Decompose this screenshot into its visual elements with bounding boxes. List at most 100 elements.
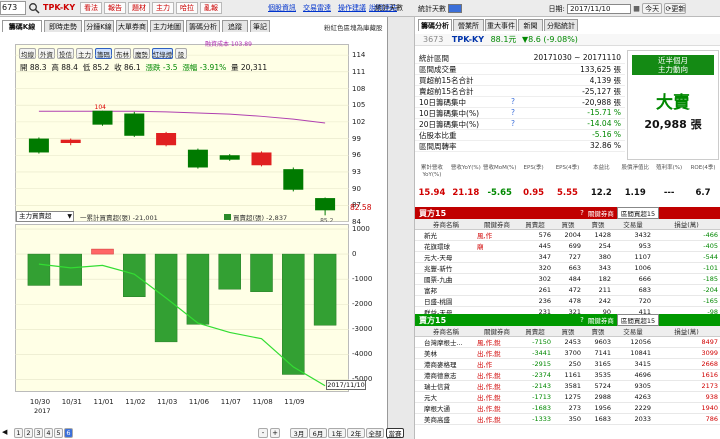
table-row[interactable]: 元大-天母 347 727 380 1107 -544 bbox=[415, 251, 720, 263]
stat-days-select[interactable] bbox=[448, 4, 463, 13]
table-row[interactable]: 美林 出,作,銳 -3441 3700 7141 10841 3099 bbox=[415, 347, 720, 359]
tab-left-0[interactable]: 籌碼K線 bbox=[2, 20, 42, 32]
lower-indicator-select[interactable]: 主力買賣超 ▼ bbox=[16, 211, 74, 222]
today-button[interactable]: 今天 bbox=[642, 3, 663, 14]
top-link-0[interactable]: 個股資訊 bbox=[268, 3, 296, 13]
page-button-6[interactable]: 6 bbox=[64, 428, 73, 438]
table-row[interactable]: 花旗環球廟 445 699 254 953 -405 bbox=[415, 240, 720, 252]
table-row[interactable]: 美商高盛 出,作,銳 -1333 350 1683 2033 786 bbox=[415, 413, 720, 425]
stat-row: 區間周轉率 32.86 % bbox=[415, 141, 625, 152]
table-row[interactable]: 港商麥格理 出,作 -2915 250 3165 3415 2668 bbox=[415, 358, 720, 370]
x-tick-date: 11/08 bbox=[252, 398, 273, 406]
candle-body bbox=[219, 155, 240, 160]
table-row[interactable]: 元大 出,作,銳 -1713 1275 2988 4263 938 bbox=[415, 391, 720, 403]
table-header: 買賣超 bbox=[517, 326, 553, 337]
stock-change: ▼8.6 (-9.08%) bbox=[521, 35, 578, 44]
tab-right-0[interactable]: 籌碼分析 bbox=[418, 19, 452, 31]
table-header-row: 券商名稱 關鍵券商 買賣超 買張 賣張 交易量 損益(萬) bbox=[415, 326, 720, 337]
help-icon[interactable]: ? bbox=[580, 316, 584, 324]
refresh-button[interactable]: ⟳ 更新 bbox=[664, 3, 687, 14]
table-cell: 瑞士信貸 bbox=[415, 380, 477, 392]
range-button-1[interactable]: 6月 bbox=[309, 428, 327, 438]
y-tick-volume: -4000 bbox=[352, 350, 373, 359]
x-tick-date: 11/06 bbox=[188, 398, 210, 406]
top-button-5[interactable]: 亂報 bbox=[200, 2, 222, 14]
fin-value: 6.7 bbox=[695, 188, 711, 198]
tab-left-2[interactable]: 分鐘K線 bbox=[84, 20, 114, 32]
tab-left-3[interactable]: 大單券商 bbox=[116, 20, 148, 32]
tab-left-1[interactable]: 即時走勢 bbox=[44, 20, 82, 32]
range-button-2[interactable]: 1年 bbox=[328, 428, 346, 438]
table-cell: 台灣摩根士... bbox=[415, 336, 477, 348]
range-button-0[interactable]: 3月 bbox=[290, 428, 308, 438]
help-icon[interactable]: ? bbox=[511, 108, 515, 117]
table-cell: 港商麥格理 bbox=[415, 358, 477, 370]
candle-body bbox=[92, 110, 113, 125]
table-cell: 出,作,銳 bbox=[477, 347, 517, 359]
table-row[interactable]: 摩根大通 出,作,銳 -1683 273 1956 2229 1940 bbox=[415, 402, 720, 414]
tab-left-5[interactable]: 籌碼分析 bbox=[186, 20, 220, 32]
page-button-1[interactable]: 1 bbox=[14, 428, 23, 438]
table-row[interactable]: 日盛-桃園 236 478 242 720 -165 bbox=[415, 295, 720, 307]
candle-body bbox=[283, 169, 304, 190]
table-row[interactable]: 富邦 261 472 211 683 -204 bbox=[415, 284, 720, 296]
search-icon[interactable] bbox=[28, 2, 40, 14]
table-cell bbox=[477, 273, 517, 285]
page-button-5[interactable]: 5 bbox=[54, 428, 63, 438]
panel-splitter[interactable] bbox=[388, 17, 415, 439]
range-button-5[interactable]: 當賽 bbox=[386, 428, 404, 438]
tab-right-2[interactable]: 重大事件 bbox=[485, 19, 517, 31]
help-icon[interactable]: ? bbox=[511, 97, 515, 106]
net-bar bbox=[313, 253, 337, 326]
table-row[interactable]: 國票-九曲 302 484 182 666 -185 bbox=[415, 273, 720, 285]
table-row[interactable]: 兆豐-新竹 320 663 343 1006 -101 bbox=[415, 262, 720, 274]
top-button-3[interactable]: 主力 bbox=[152, 2, 174, 14]
table-cell: 242 bbox=[583, 295, 613, 307]
table-cell: 273 bbox=[553, 402, 583, 414]
date-input[interactable]: 2017/11/10 bbox=[567, 3, 632, 14]
top-link-1[interactable]: 交易雷達 bbox=[303, 3, 331, 13]
top-button-1[interactable]: 報告 bbox=[104, 2, 126, 14]
calendar-icon[interactable]: ▦ bbox=[633, 5, 640, 13]
help-icon[interactable]: ? bbox=[580, 209, 584, 217]
table-row[interactable]: 瑞士信貸 出,作,銳 -2143 3581 5724 9305 2173 bbox=[415, 380, 720, 392]
sell-range-select[interactable]: 區間買超15 bbox=[616, 314, 660, 326]
zoom-in-button[interactable]: + bbox=[270, 428, 280, 438]
table-row[interactable]: 台灣摩根士... 風,作,銳 -7150 2453 9603 12056 8497 bbox=[415, 336, 720, 348]
zoom-out-button[interactable]: - bbox=[258, 428, 268, 438]
y-tick-price: 108 bbox=[352, 84, 366, 93]
tab-right-4[interactable]: 分點統計 bbox=[544, 19, 578, 31]
tab-right-1[interactable]: 營業所 bbox=[453, 19, 484, 31]
buy-range-select[interactable]: 區間買超15 bbox=[616, 207, 660, 219]
table-row[interactable]: 港商德意志 出,作,銳 -2374 1161 3535 4696 1616 bbox=[415, 369, 720, 381]
stock-code-input[interactable]: 673 bbox=[0, 1, 26, 15]
top-link-2[interactable]: 操作建議 bbox=[338, 3, 366, 13]
page-button-3[interactable]: 3 bbox=[34, 428, 43, 438]
tab-left-7[interactable]: 筆記 bbox=[250, 20, 270, 32]
table-cell: 出,作,銳 bbox=[477, 369, 517, 381]
range-button-4[interactable]: 全部 bbox=[366, 428, 384, 438]
table-cell bbox=[477, 251, 517, 263]
scroll-left-icon[interactable]: ◀ bbox=[2, 428, 7, 436]
top-button-0[interactable]: 看法 bbox=[80, 2, 102, 14]
table-cell: 3535 bbox=[583, 369, 613, 381]
top-button-2[interactable]: 題材 bbox=[128, 2, 150, 14]
tab-left-4[interactable]: 主力地圖 bbox=[150, 20, 184, 32]
range-button-3[interactable]: 2年 bbox=[347, 428, 365, 438]
sell-side-header: 賣方15 ? 關鍵券商 區間買超15 bbox=[415, 314, 720, 326]
page-button-4[interactable]: 4 bbox=[44, 428, 53, 438]
top-button-4[interactable]: 哈拉 bbox=[176, 2, 198, 14]
net-bar bbox=[59, 253, 82, 286]
table-row[interactable]: 新光 風,作 576 2004 1428 3432 -466 bbox=[415, 229, 720, 241]
table-cell: -2915 bbox=[517, 358, 553, 370]
table-cell: -165 bbox=[653, 295, 720, 307]
table-cell: 343 bbox=[583, 262, 613, 274]
table-header-row: 券商名稱 關鍵券商 買賣超 買張 賣張 交易量 損益(萬) bbox=[415, 219, 720, 230]
help-icon[interactable]: ? bbox=[511, 119, 515, 128]
tab-right-3[interactable]: 新聞 bbox=[518, 19, 543, 31]
page-button-2[interactable]: 2 bbox=[24, 428, 33, 438]
tab-left-6[interactable]: 追蹤 bbox=[222, 20, 248, 32]
stat-row: 統計區間 20171030 ~ 20171110 bbox=[415, 53, 625, 64]
table-cell: 兆豐-新竹 bbox=[415, 262, 477, 274]
table-cell: 1275 bbox=[553, 391, 583, 403]
